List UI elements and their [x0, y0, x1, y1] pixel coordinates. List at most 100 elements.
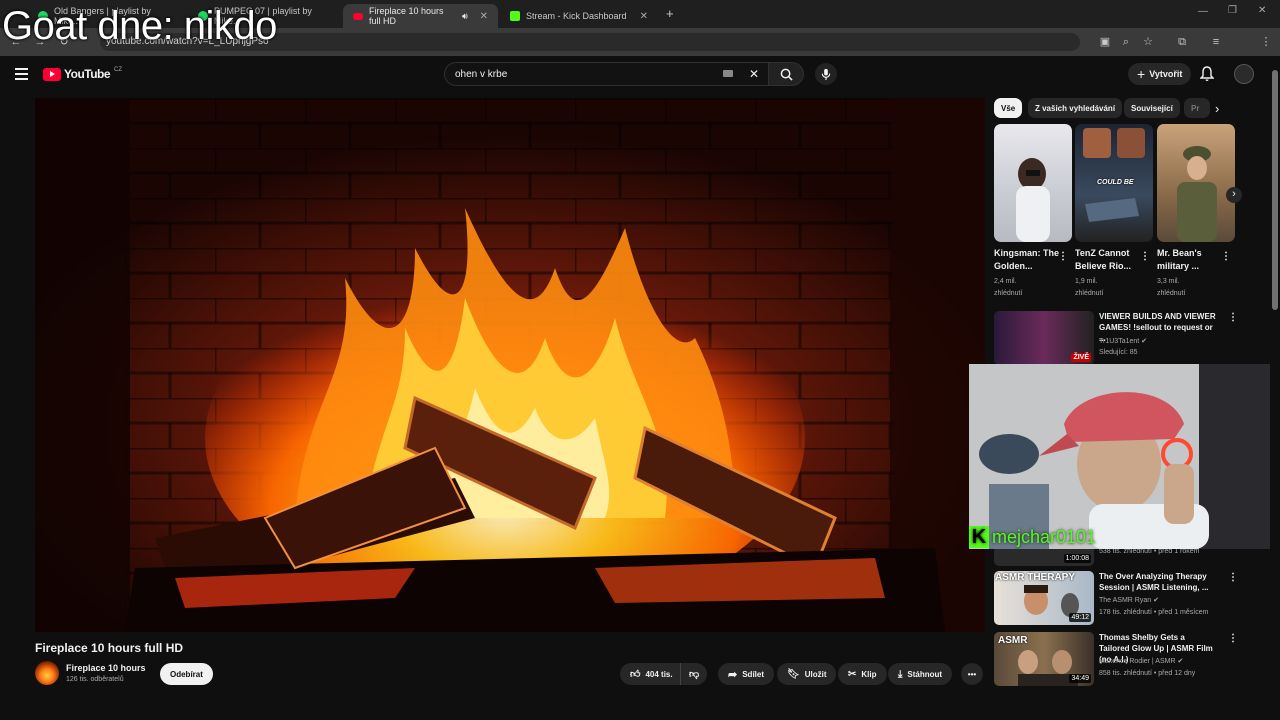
short-title[interactable]: TenZ Cannot Believe Rio... — [1075, 247, 1145, 273]
recommendation-thumbnail[interactable]: ŽIVĚ — [994, 311, 1094, 365]
channel-name[interactable]: Fireplace 10 hours — [66, 663, 146, 673]
scrollbar-thumb[interactable] — [1272, 70, 1278, 310]
download-button[interactable]: ⤓ Stáhnout — [888, 663, 953, 685]
recommendation-channel[interactable]: Maxence Rodier | ASMR ✔ — [1099, 656, 1183, 667]
channel-avatar[interactable] — [35, 661, 59, 685]
short-caption: COULD BE — [1097, 179, 1134, 186]
more-vert-icon[interactable]: ⋮ — [1260, 36, 1272, 48]
short-views: 3,3 mil. zhlédnutí — [1157, 278, 1186, 297]
recommendation-meta: 858 tis. zhlédnutí • před 12 dny — [1099, 670, 1196, 677]
account-avatar[interactable] — [1234, 64, 1254, 84]
maximize-icon[interactable]: ❐ — [1228, 5, 1237, 16]
recommendation-thumbnail[interactable]: ASMR 34:49 — [994, 632, 1094, 686]
chip-all[interactable]: Vše — [994, 98, 1023, 118]
scissors-icon: ✂ — [848, 668, 857, 680]
kick-stream-tag: K mejchar0101 — [969, 526, 1096, 548]
share-icon: ➦ — [728, 668, 738, 681]
share-label: Sdílet — [742, 669, 764, 679]
save-button[interactable]: 🔖︎ Uložit — [777, 663, 837, 685]
short-thumbnail[interactable] — [994, 124, 1072, 242]
media-icon[interactable]: ≡ — [1210, 36, 1222, 48]
recommendation-title[interactable]: The Over Analyzing Therapy Session | ASM… — [1099, 571, 1217, 593]
short-title[interactable]: Mr. Bean's military ... — [1157, 247, 1227, 273]
short-views: 2,4 mil. zhlédnutí — [994, 278, 1023, 297]
more-vert-icon[interactable]: ⋮ — [1228, 312, 1238, 323]
create-button[interactable]: + Vytvořit — [1128, 63, 1192, 85]
shorts-next-arrow-icon[interactable]: › — [1226, 187, 1242, 203]
verified-icon: ✔ — [1153, 597, 1159, 604]
verified-icon: ✔ — [1177, 658, 1184, 665]
plus-icon: + — [1137, 66, 1146, 82]
clip-button[interactable]: ✂ Klip — [838, 663, 887, 685]
subscriber-count: 126 tis. odběratelů — [66, 676, 124, 683]
more-vert-icon[interactable]: ⋮ — [1221, 251, 1231, 262]
browser-tab-active[interactable]: Fireplace 10 hours full HD 🔊︎ ✕ — [343, 4, 498, 28]
recommendation-meta: 178 tis. zhlédnutí • před 1 měsícem — [1099, 609, 1209, 616]
recommendation-channel[interactable]: Tr1U3Ta1ent ✔ — [1099, 336, 1147, 347]
verified-icon: ✔ — [1141, 338, 1148, 345]
voice-search-button[interactable] — [815, 63, 837, 85]
youtube-icon — [353, 12, 363, 20]
video-player[interactable] — [35, 98, 985, 632]
tab-label: Stream - Kick Dashboard — [526, 11, 627, 21]
minimize-icon[interactable]: — — [1198, 6, 1208, 17]
chip-related[interactable]: Související — [1124, 98, 1180, 118]
kick-icon — [510, 11, 520, 21]
more-vert-icon[interactable]: ⋮ — [1058, 251, 1068, 262]
more-vert-icon[interactable]: ⋮ — [1228, 633, 1238, 644]
short-thumbnail[interactable]: COULD BE — [1075, 124, 1153, 242]
youtube-play-icon — [43, 67, 61, 81]
clear-search-icon[interactable]: ✕ — [749, 67, 759, 81]
short-title[interactable]: Kingsman: The Golden... — [994, 247, 1064, 273]
extensions-icon[interactable]: ⧉ — [1176, 36, 1188, 48]
chip-label: Související — [1131, 103, 1173, 113]
dislike-button[interactable]: 👎︎ — [680, 663, 708, 685]
browser-tab[interactable]: Stream - Kick Dashboard ✕ — [500, 4, 658, 28]
recommendation-channel[interactable]: The ASMR Ryan ✔ — [1099, 595, 1159, 606]
like-button[interactable]: 👍︎ 404 tis. — [620, 663, 681, 685]
stream-overlay-text: Goat dne: nikdo — [2, 4, 277, 48]
more-actions-button[interactable]: ••• — [961, 663, 983, 685]
chip-label: Pr — [1191, 103, 1200, 113]
search-input[interactable]: ohen v krbe ✕ — [444, 62, 770, 86]
duration-badge: 1:00:08 — [1063, 554, 1091, 563]
clip-label: Klip — [861, 669, 877, 679]
chevron-right-icon[interactable]: › — [1215, 101, 1219, 116]
more-vert-icon[interactable]: ⋮ — [1228, 572, 1238, 583]
recommendation-thumbnail[interactable]: ASMR THERAPY 49:12 — [994, 571, 1094, 625]
bookmark-star-icon[interactable]: ☆ — [1142, 36, 1154, 48]
video-title: Fireplace 10 hours full HD — [35, 641, 184, 655]
keyboard-icon[interactable] — [723, 70, 733, 77]
subscribe-button[interactable]: Odebírat — [160, 663, 213, 685]
download-label: Stáhnout — [907, 669, 943, 679]
speaker-icon[interactable]: 🔊︎ — [462, 11, 468, 22]
zoom-icon[interactable]: ⌕ — [1120, 36, 1132, 48]
youtube-logo[interactable]: YouTube CZ — [43, 67, 122, 81]
more-vert-icon[interactable]: ⋮ — [1140, 251, 1150, 262]
recommendation-meta: Sledující: 85 — [1099, 349, 1138, 356]
duration-badge: 34:49 — [1069, 674, 1091, 683]
notifications-bell-icon[interactable] — [1199, 66, 1215, 87]
kick-logo-icon: K — [969, 526, 989, 548]
share-button[interactable]: ➦ Sdílet — [718, 663, 774, 685]
cast-icon[interactable]: ▣ — [1099, 36, 1111, 48]
logo-text: YouTube — [64, 67, 111, 81]
short-views: 1,9 mil. zhlédnutí — [1075, 278, 1104, 297]
close-icon[interactable]: ✕ — [480, 11, 488, 22]
chip-partial[interactable]: Pr — [1184, 98, 1210, 118]
thumbs-up-icon: 👍︎ — [630, 669, 641, 680]
thumbs-down-icon: 👎︎ — [689, 669, 700, 680]
hamburger-menu-icon[interactable] — [15, 68, 28, 80]
close-icon[interactable]: ✕ — [640, 11, 648, 22]
chip-from-searches[interactable]: Z vašich vyhledávání — [1028, 98, 1123, 118]
more-horiz-icon: ••• — [967, 669, 977, 679]
new-tab-icon[interactable]: + — [666, 6, 674, 21]
country-code: CZ — [114, 67, 123, 73]
short-thumbnail[interactable] — [1157, 124, 1235, 242]
chip-label: Z vašich vyhledávání — [1035, 103, 1116, 113]
close-window-icon[interactable]: ✕ — [1258, 5, 1266, 16]
chip-label: Vše — [1001, 103, 1016, 113]
search-button[interactable] — [768, 62, 804, 86]
duration-badge: 49:12 — [1069, 613, 1091, 622]
like-count: 404 tis. — [645, 669, 673, 679]
